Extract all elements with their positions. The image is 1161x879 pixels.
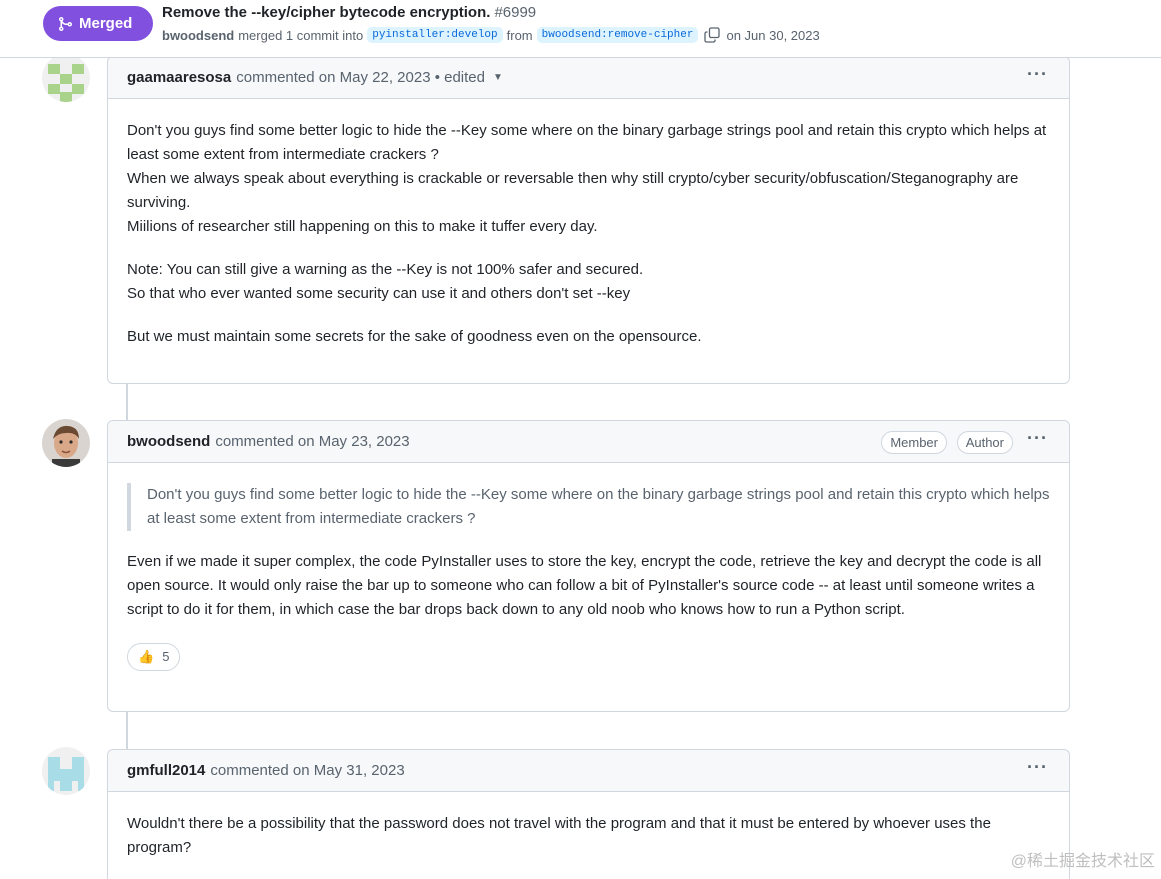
blockquote: Don't you guys find some better logic to… xyxy=(127,483,1050,531)
comment-meta: commented on May 22, 2023 • edited xyxy=(236,69,485,86)
timeline-connector xyxy=(126,383,128,421)
comment-body: Wouldn't there be a possibility that the… xyxy=(108,792,1069,860)
comment-body: Don't you guys find some better logic to… xyxy=(108,463,1069,671)
merged-status-badge: Merged xyxy=(43,6,153,41)
from-text: from xyxy=(506,27,533,43)
comment-header: gaamaaresosa commented on May 22, 2023 •… xyxy=(108,57,1069,99)
identicon-avatar-icon xyxy=(42,54,90,102)
comment-meta: commented on May 31, 2023 xyxy=(210,762,405,779)
copy-icon[interactable] xyxy=(704,27,721,43)
pr-title: Remove the --key/cipher bytecode encrypt… xyxy=(162,4,536,21)
pr-merge-meta: bwoodsend merged 1 commit into pyinstall… xyxy=(162,27,820,43)
comment-paragraph: But we must maintain some secrets for th… xyxy=(127,328,702,345)
comment-author[interactable]: gmfull2014 xyxy=(127,762,205,779)
more-options-button[interactable]: ··· xyxy=(1027,757,1048,778)
comment-card: bwoodsend commented on May 23, 2023 Memb… xyxy=(107,420,1070,712)
comment-card: gmfull2014 commented on May 31, 2023 ···… xyxy=(107,749,1070,879)
comment-author[interactable]: bwoodsend xyxy=(127,433,210,450)
git-merge-icon xyxy=(59,16,73,31)
member-badge: Member xyxy=(881,431,947,454)
merged-status-label: Merged xyxy=(79,15,133,32)
comment-paragraph: Wouldn't there be a possibility that the… xyxy=(127,815,991,856)
pr-number: #6999 xyxy=(494,4,537,21)
reaction-count: 5 xyxy=(162,649,170,664)
comment-header: bwoodsend commented on May 23, 2023 Memb… xyxy=(108,421,1069,463)
comment-meta: commented on May 23, 2023 xyxy=(215,433,410,450)
timeline-connector xyxy=(126,711,128,750)
thumbs-up-icon: 👍 xyxy=(138,649,155,664)
comment-paragraph: Note: You can still give a warning as th… xyxy=(127,261,644,302)
pr-author-link[interactable]: bwoodsend xyxy=(162,28,234,43)
base-branch[interactable]: pyinstaller:develop xyxy=(367,27,503,43)
avatar[interactable] xyxy=(42,54,90,102)
comment-body: Don't you guys find some better logic to… xyxy=(108,99,1069,349)
thumbs-up-reaction-button[interactable]: 👍 5 xyxy=(127,643,181,671)
edit-history-caret-icon[interactable]: ▼ xyxy=(493,72,503,83)
author-badge: Author xyxy=(956,431,1013,454)
watermark: @稀土掘金技术社区 xyxy=(1010,853,1155,870)
user-photo-avatar-icon xyxy=(42,419,90,467)
identicon-avatar-icon xyxy=(42,747,90,795)
head-branch[interactable]: bwoodsend:remove-cipher xyxy=(536,27,699,43)
more-options-button[interactable]: ··· xyxy=(1027,428,1048,449)
merged-text: merged 1 commit into xyxy=(238,27,364,43)
comment-paragraph: Even if we made it super complex, the co… xyxy=(127,553,1042,618)
pr-sticky-header: Merged Remove the --key/cipher bytecode … xyxy=(0,0,1161,58)
comment-header: gmfull2014 commented on May 31, 2023 ··· xyxy=(108,750,1069,792)
comment-card: gaamaaresosa commented on May 22, 2023 •… xyxy=(107,56,1070,384)
avatar[interactable] xyxy=(42,419,90,467)
more-options-button[interactable]: ··· xyxy=(1027,64,1048,85)
comment-paragraph: Don't you guys find some better logic to… xyxy=(127,122,1047,235)
merge-date: on Jun 30, 2023 xyxy=(726,27,820,43)
comment-author[interactable]: gaamaaresosa xyxy=(127,69,231,86)
pr-title-text: Remove the --key/cipher bytecode encrypt… xyxy=(162,4,491,21)
avatar[interactable] xyxy=(42,747,90,795)
